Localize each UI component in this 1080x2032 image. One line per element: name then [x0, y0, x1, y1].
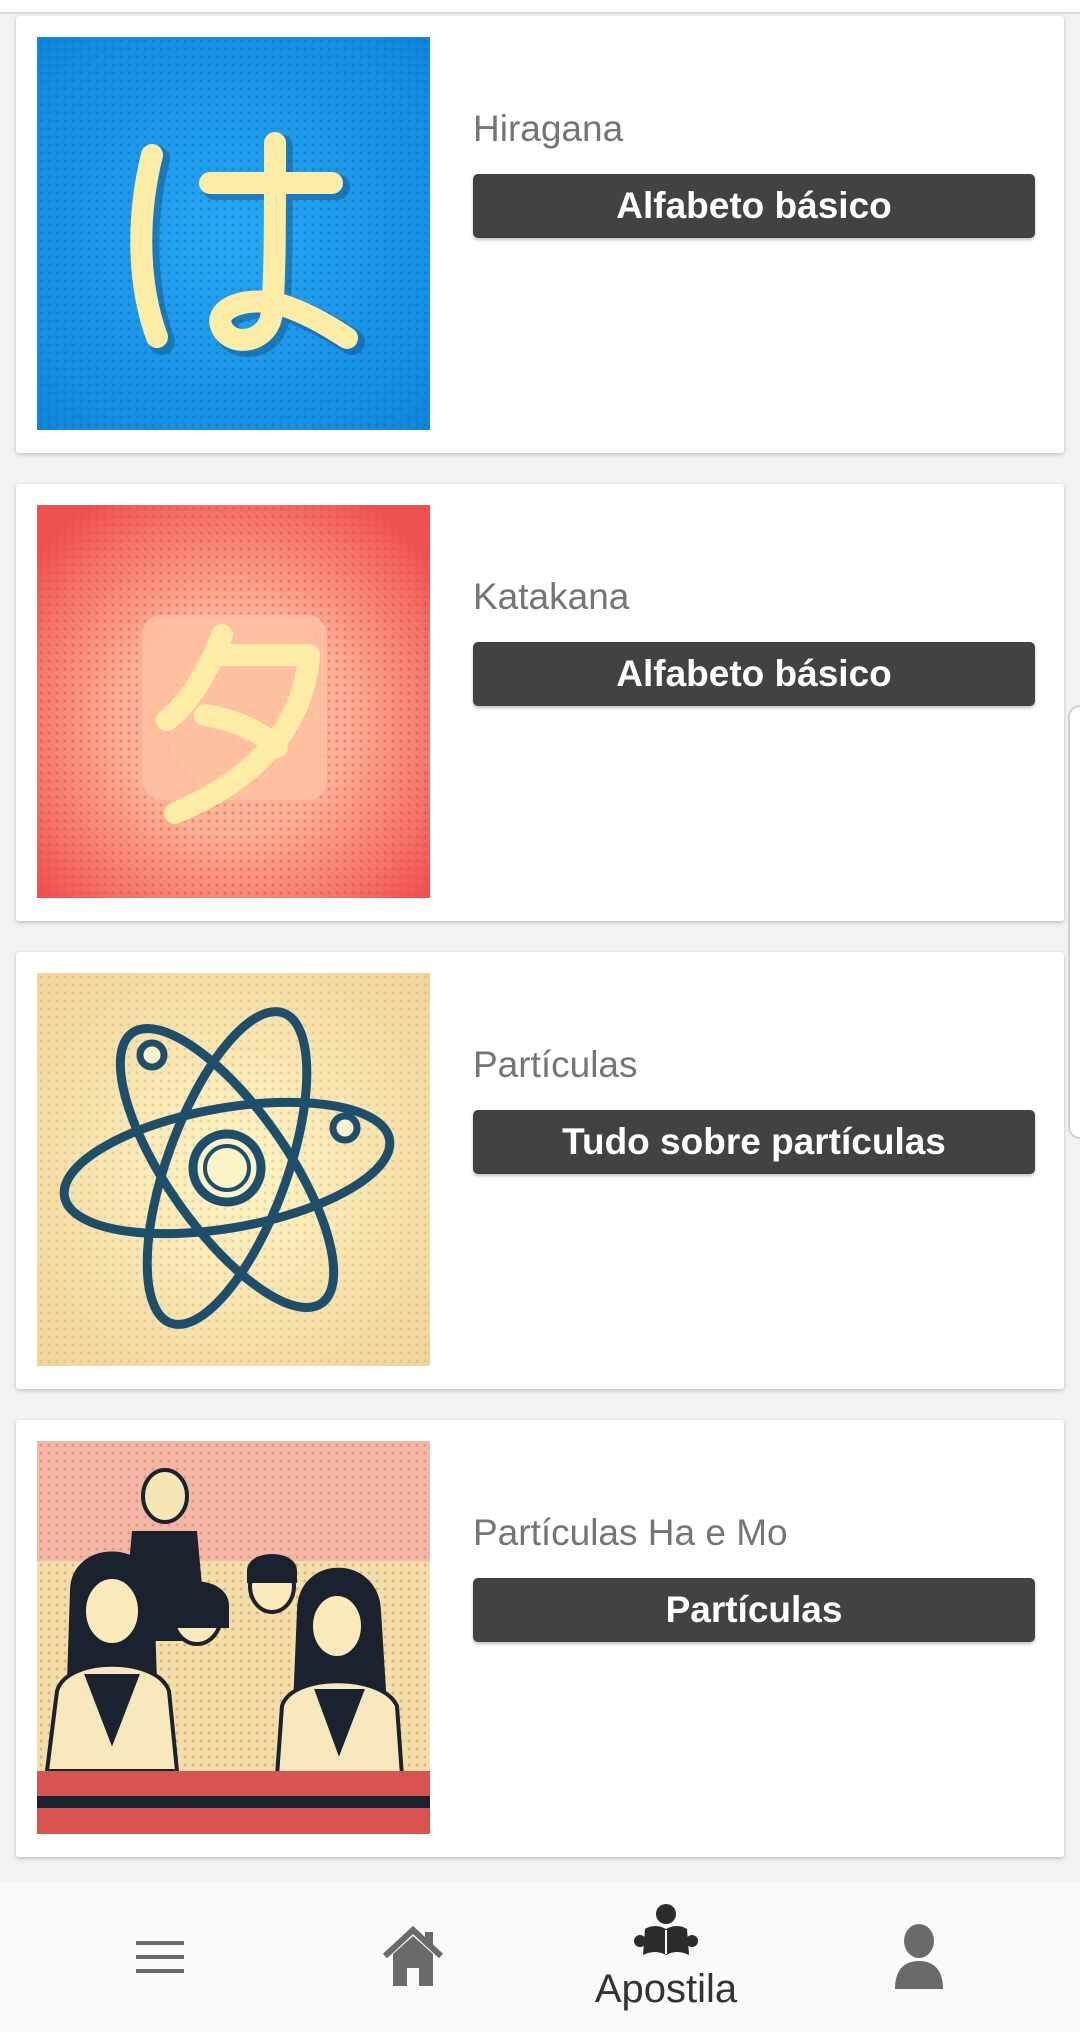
lesson-card-katakana[interactable]: Katakana Alfabeto básico: [16, 484, 1064, 921]
katakana-thumbnail: [37, 505, 430, 898]
menu-icon: [136, 1941, 184, 1973]
nav-apostila-button[interactable]: Apostila: [556, 1882, 776, 2032]
particulas-thumbnail: [37, 973, 430, 1366]
nav-menu-button[interactable]: [50, 1882, 270, 2032]
nav-profile-button[interactable]: [809, 1882, 1029, 2032]
home-icon: [382, 1925, 444, 1986]
bottom-navigation: Apostila: [0, 1882, 1080, 2032]
edge-panel-handle[interactable]: [1068, 705, 1080, 1139]
katakana-ta-image: [37, 505, 430, 898]
lesson-title: Katakana: [473, 576, 630, 617]
hiragana-thumbnail: [37, 37, 430, 430]
atom-image: [37, 973, 430, 1366]
lesson-card-hiragana[interactable]: Hiragana Alfabeto básico: [16, 16, 1064, 453]
lesson-title: Hiragana: [473, 108, 624, 149]
lesson-category-badge: Alfabeto básico: [473, 642, 1035, 706]
nav-apostila-label: Apostila: [594, 1966, 738, 2011]
lesson-card-particulas[interactable]: Partículas Tudo sobre partículas: [16, 952, 1064, 1389]
top-edge: [0, 0, 1080, 14]
students-image: [37, 1441, 430, 1834]
lesson-category-badge: Alfabeto básico: [473, 174, 1035, 238]
hiragana-ha-image: [37, 37, 430, 430]
reading-person-icon: [634, 1903, 698, 1955]
lesson-category-badge: Partículas: [473, 1578, 1035, 1642]
particulas-ha-e-mo-thumbnail: [37, 1441, 430, 1834]
lesson-title: Partículas Ha e Mo: [473, 1512, 788, 1553]
nav-home-button[interactable]: [303, 1882, 523, 2032]
lesson-card-particulas-ha-e-mo[interactable]: Partículas Ha e Mo Partículas: [16, 1420, 1064, 1857]
lesson-category-badge: Tudo sobre partículas: [473, 1110, 1035, 1174]
lesson-list: Hiragana Alfabeto básico Katakana Alfabe…: [0, 0, 1080, 1882]
lesson-title: Partículas: [473, 1044, 638, 1085]
user-icon: [895, 1924, 943, 1989]
